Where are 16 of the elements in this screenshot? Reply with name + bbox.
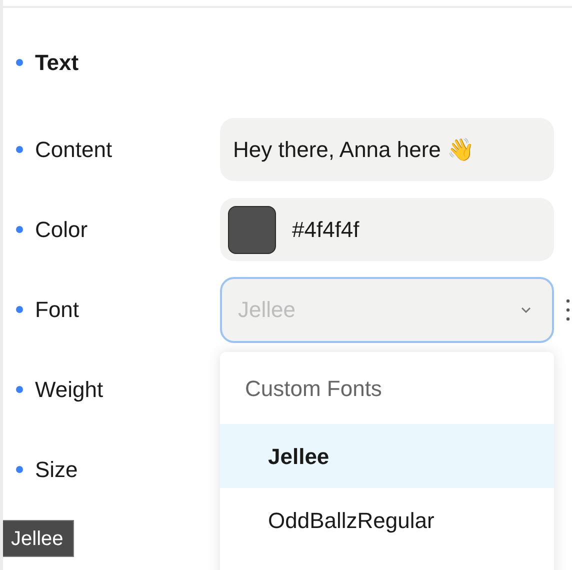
color-value: #4f4f4f [292,216,360,244]
property-label: Weight [35,376,104,404]
font-option[interactable]: Jellee [220,424,554,488]
color-swatch[interactable] [228,206,276,254]
property-label: Size [35,456,78,484]
dropdown-group-label: Custom Fonts [244,374,383,402]
more-icon[interactable] [566,298,570,322]
property-label: Font [35,296,80,324]
property-label: Content [35,136,112,164]
property-label: Color [35,216,88,244]
section-title: Text [35,48,79,76]
font-option[interactable]: OddBallzRegular [220,488,554,552]
color-field[interactable]: #4f4f4f [220,198,554,261]
tooltip: Jellee [3,520,74,557]
content-field[interactable]: Hey there, Anna here 👋 [220,118,554,181]
chevron-down-icon [520,306,532,314]
